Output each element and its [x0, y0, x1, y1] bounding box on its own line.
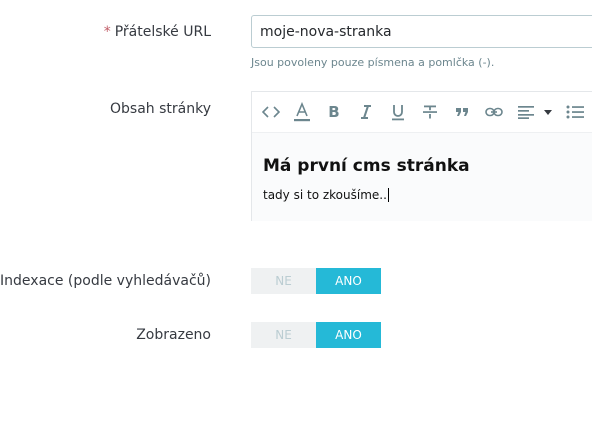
friendly-url-hint: Jsou povoleny pouze písmena a pomlčka (-… — [251, 56, 495, 69]
underline-icon[interactable] — [388, 100, 408, 124]
content-paragraph: tady si to zkoušíme.. — [263, 188, 387, 202]
friendly-url-input[interactable] — [251, 15, 592, 48]
friendly-url-label-text: Přátelské URL — [114, 24, 211, 40]
editor-toolbar: B — [252, 92, 592, 133]
displayed-switch[interactable]: NE ANO — [251, 322, 381, 348]
indexation-switch[interactable]: NE ANO — [251, 268, 381, 294]
code-view-icon[interactable] — [260, 100, 282, 124]
page-content-label: Obsah stránky — [110, 101, 211, 117]
align-icon[interactable] — [516, 100, 536, 124]
displayed-label: Zobrazeno — [136, 327, 211, 343]
text-color-icon[interactable] — [291, 100, 313, 124]
strikethrough-icon[interactable] — [420, 100, 440, 124]
dropdown-caret-icon[interactable] — [542, 100, 554, 124]
bold-icon[interactable]: B — [324, 100, 344, 124]
displayed-off-option[interactable]: NE — [251, 322, 316, 348]
indexation-label: Indexace (podle vyhledávačů) — [0, 273, 211, 289]
bulleted-list-icon[interactable] — [564, 100, 586, 124]
displayed-on-option[interactable]: ANO — [316, 322, 381, 348]
rich-text-editor: B Má první cms stránka tady si to zkouší… — [251, 91, 592, 221]
indexation-off-option[interactable]: NE — [251, 268, 316, 294]
link-icon[interactable] — [482, 100, 506, 124]
content-heading: Má první cms stránka — [263, 156, 470, 176]
text-caret — [387, 188, 389, 202]
friendly-url-label: * Přátelské URL — [104, 24, 211, 40]
content-paragraph-line: tady si to zkoušíme.. — [263, 188, 389, 202]
indexation-on-option[interactable]: ANO — [316, 268, 381, 294]
required-mark: * — [103, 24, 111, 40]
blockquote-icon[interactable] — [452, 100, 472, 124]
editor-content-area[interactable]: Má první cms stránka tady si to zkoušíme… — [252, 133, 592, 221]
italic-icon[interactable] — [356, 100, 376, 124]
